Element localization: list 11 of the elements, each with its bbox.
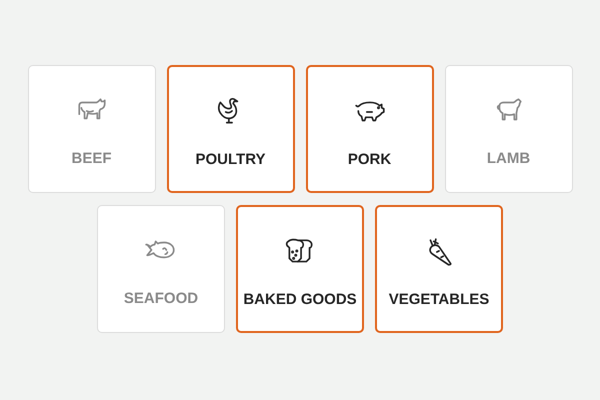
category-card[interactable]: PORK (306, 65, 434, 193)
category-label: SEAFOOD (124, 289, 198, 309)
category-label: VEGETABLES (388, 290, 490, 310)
category-label: POULTRY (196, 150, 266, 170)
category-card[interactable]: VEGETABLES (375, 205, 503, 333)
category-card[interactable]: BAKED GOODS (236, 205, 364, 333)
category-label: LAMB (486, 149, 530, 169)
category-card[interactable]: POULTRY (166, 65, 294, 193)
category-label: BEEF (71, 149, 112, 169)
category-label: PORK (348, 150, 392, 170)
category-label: BAKED GOODS (243, 290, 357, 310)
